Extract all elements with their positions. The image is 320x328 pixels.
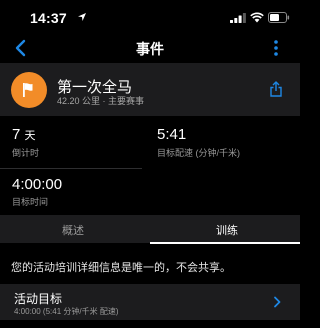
cellular-signal-icon [230, 13, 246, 23]
event-subtitle: 42.20 公里 · 主要赛事 [57, 96, 145, 106]
tab-bar: 概述 训练 [0, 215, 300, 243]
countdown-value: 7 天 [12, 126, 36, 143]
tab-overview[interactable]: 概述 [62, 222, 84, 238]
event-flag-badge [11, 72, 47, 108]
goal-time-label: 目标时间 [12, 197, 49, 207]
privacy-info-text: 您的活动培训详细信息是唯一的，不会共享。 [11, 262, 231, 274]
event-goal-title: 活动目标 [14, 292, 63, 306]
status-time: 14:37 [30, 10, 67, 26]
location-arrow-icon [78, 13, 86, 21]
event-goal-subtitle: 4:00:00 (5:41 分钟/千米 配速) [14, 307, 119, 316]
goal-time-value: 4:00:00 [12, 176, 63, 193]
target-pace-label: 目标配速 (分钟/千米) [157, 148, 240, 158]
countdown-label: 倒计时 [12, 148, 40, 158]
navigation-bar: 事件 [0, 34, 300, 62]
battery-icon [268, 12, 290, 23]
more-vertical-icon[interactable] [268, 37, 284, 59]
active-tab-indicator [150, 242, 300, 244]
wifi-icon [250, 12, 264, 23]
page-title: 事件 [136, 41, 164, 57]
status-bar: 14:37 [0, 0, 300, 34]
flag-icon [23, 83, 33, 97]
target-pace-value: 5:41 [157, 126, 187, 143]
share-icon[interactable] [269, 81, 283, 97]
event-goal-row[interactable]: 活动目标 4:00:00 (5:41 分钟/千米 配速) [0, 284, 300, 320]
tab-training[interactable]: 训练 [216, 222, 238, 238]
chevron-right-icon [274, 296, 281, 308]
stats-divider [0, 168, 142, 169]
event-header: 第一次全马 42.20 公里 · 主要赛事 [0, 63, 300, 116]
